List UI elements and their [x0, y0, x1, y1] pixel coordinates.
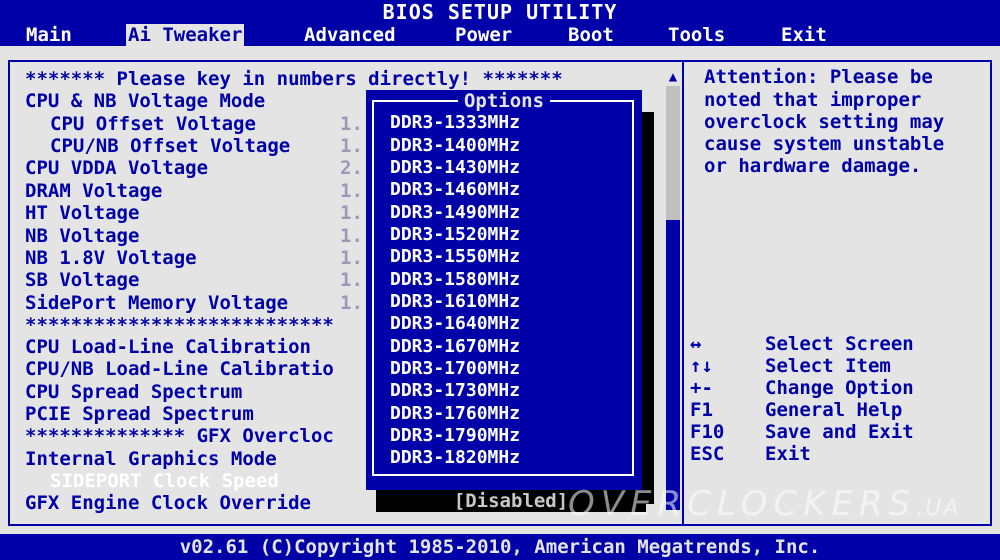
option-item[interactable]: DDR3-1610MHz — [390, 291, 520, 313]
key-general-help: F1 General Help — [690, 399, 902, 421]
key-select-item: ↑↓ Select Item — [690, 355, 891, 377]
option-item[interactable]: DDR3-1640MHz — [390, 313, 520, 335]
menu-bar: Main Ai Tweaker Advanced Power Boot Tool… — [0, 24, 1000, 46]
watermark-main: OVERCLOCKERS — [568, 484, 917, 524]
scrollbar-thumb[interactable] — [666, 220, 680, 510]
separator-row: *************************** — [25, 314, 334, 336]
tab-exit[interactable]: Exit — [779, 24, 829, 46]
option-item[interactable]: DDR3-1670MHz — [390, 336, 520, 358]
option-item[interactable]: DDR3-1400MHz — [390, 135, 520, 157]
plus-minus-icon: +- — [690, 377, 713, 399]
setting-cpu-spread-spectrum[interactable]: CPU Spread Spectrum — [25, 381, 242, 403]
setting-cpu-vdda-voltage[interactable]: CPU VDDA Voltage — [25, 157, 208, 179]
key-label: ESC — [690, 443, 725, 465]
setting-cpu-nb-offset-voltage[interactable]: CPU/NB Offset Voltage — [50, 135, 290, 157]
option-item[interactable]: DDR3-1430MHz — [390, 157, 520, 179]
key-change-option: +- Change Option — [690, 377, 914, 399]
value-cpu-offset-voltage: 1. — [340, 113, 363, 135]
left-right-arrow-icon: ↔ — [690, 333, 702, 355]
value-nb-voltage: 1. — [340, 225, 363, 247]
value-sideport-memory-voltage: 1. — [340, 292, 363, 314]
tab-advanced[interactable]: Advanced — [302, 24, 398, 46]
popup-shadow — [642, 112, 654, 504]
setting-gfx-engine-clock-override[interactable]: GFX Engine Clock Override — [25, 492, 311, 514]
help-line: noted that improper — [704, 89, 922, 111]
popup-title: Options — [457, 90, 551, 112]
setting-sb-voltage[interactable]: SB Voltage — [25, 269, 139, 291]
settings-header: ******* Please key in numbers directly! … — [25, 68, 563, 90]
value-sb-voltage: 1. — [340, 269, 363, 291]
setting-internal-graphics-mode[interactable]: Internal Graphics Mode — [25, 448, 277, 470]
popup-title-row: Options — [366, 90, 642, 112]
value-ht-voltage: 1. — [340, 202, 363, 224]
key-save-exit: F10 Save and Exit — [690, 421, 914, 443]
popup-title-wrap: Options — [366, 90, 642, 112]
key-select-screen: ↔ Select Screen — [690, 333, 914, 355]
key-desc: Change Option — [765, 377, 914, 399]
setting-ht-voltage[interactable]: HT Voltage — [25, 202, 139, 224]
key-desc: Exit — [765, 443, 811, 465]
option-item[interactable]: DDR3-1700MHz — [390, 358, 520, 380]
option-item[interactable]: DDR3-1730MHz — [390, 380, 520, 402]
watermark: OVERCLOCKERS.UA — [568, 484, 960, 524]
setting-sideport-clock-speed[interactable]: SIDEPORT Clock Speed — [50, 470, 279, 492]
setting-pcie-spread-spectrum[interactable]: PCIE Spread Spectrum — [25, 403, 254, 425]
setting-sideport-memory-voltage[interactable]: SidePort Memory Voltage — [25, 292, 288, 314]
gfx-overclock-header: ************** GFX Overcloc — [25, 425, 334, 447]
key-desc: General Help — [765, 399, 903, 421]
value-dram-voltage: 1. — [340, 180, 363, 202]
footer-copyright: v02.61 (C)Copyright 1985-2010, American … — [0, 534, 1000, 560]
option-item[interactable]: DDR3-1460MHz — [390, 179, 520, 201]
help-line: overclock setting may — [704, 111, 945, 133]
value-cpu-nb-offset-voltage: 1. — [340, 135, 363, 157]
key-label: F10 — [690, 421, 725, 443]
watermark-suffix: .UA — [916, 496, 961, 521]
option-item[interactable]: DDR3-1333MHz — [390, 112, 520, 134]
tab-ai-tweaker[interactable]: Ai Tweaker — [126, 24, 245, 46]
key-desc: Select Screen — [765, 333, 914, 355]
bios-screen: BIOS SETUP UTILITY Main Ai Tweaker Advan… — [0, 0, 1000, 560]
title-bar: BIOS SETUP UTILITY — [0, 0, 1000, 24]
setting-cpu-nb-load-line[interactable]: CPU/NB Load-Line Calibratio — [25, 358, 334, 380]
option-item[interactable]: DDR3-1790MHz — [390, 425, 520, 447]
key-desc: Select Item — [765, 355, 891, 377]
tab-power[interactable]: Power — [453, 24, 514, 46]
help-line: Attention: Please be — [704, 66, 933, 88]
setting-cpu-offset-voltage[interactable]: CPU Offset Voltage — [50, 113, 256, 135]
value-cpu-vdda-voltage: 2. — [340, 157, 363, 179]
up-down-arrow-icon: ↑↓ — [690, 355, 713, 377]
option-item[interactable]: DDR3-1490MHz — [390, 202, 520, 224]
setting-dram-voltage[interactable]: DRAM Voltage — [25, 180, 162, 202]
scroll-up-arrow-icon[interactable]: ▲ — [666, 68, 680, 86]
setting-nb-voltage[interactable]: NB Voltage — [25, 225, 139, 247]
setting-cpu-nb-voltage-mode[interactable]: CPU & NB Voltage Mode — [25, 90, 265, 112]
key-label: F1 — [690, 399, 713, 421]
option-item[interactable]: DDR3-1820MHz — [390, 447, 520, 469]
key-exit: ESC Exit — [690, 443, 811, 465]
setting-nb-1-8v-voltage[interactable]: NB 1.8V Voltage — [25, 247, 197, 269]
help-line: or hardware damage. — [704, 155, 922, 177]
option-item[interactable]: DDR3-1550MHz — [390, 246, 520, 268]
value-nb-1-8v-voltage: 1. — [340, 247, 363, 269]
option-item[interactable]: DDR3-1580MHz — [390, 269, 520, 291]
key-desc: Save and Exit — [765, 421, 914, 443]
option-item[interactable]: DDR3-1520MHz — [390, 224, 520, 246]
setting-cpu-load-line[interactable]: CPU Load-Line Calibration — [25, 336, 311, 358]
option-item[interactable]: DDR3-1760MHz — [390, 403, 520, 425]
help-line: cause system unstable — [704, 133, 945, 155]
tab-tools[interactable]: Tools — [666, 24, 727, 46]
tab-main[interactable]: Main — [24, 24, 74, 46]
tab-boot[interactable]: Boot — [566, 24, 616, 46]
